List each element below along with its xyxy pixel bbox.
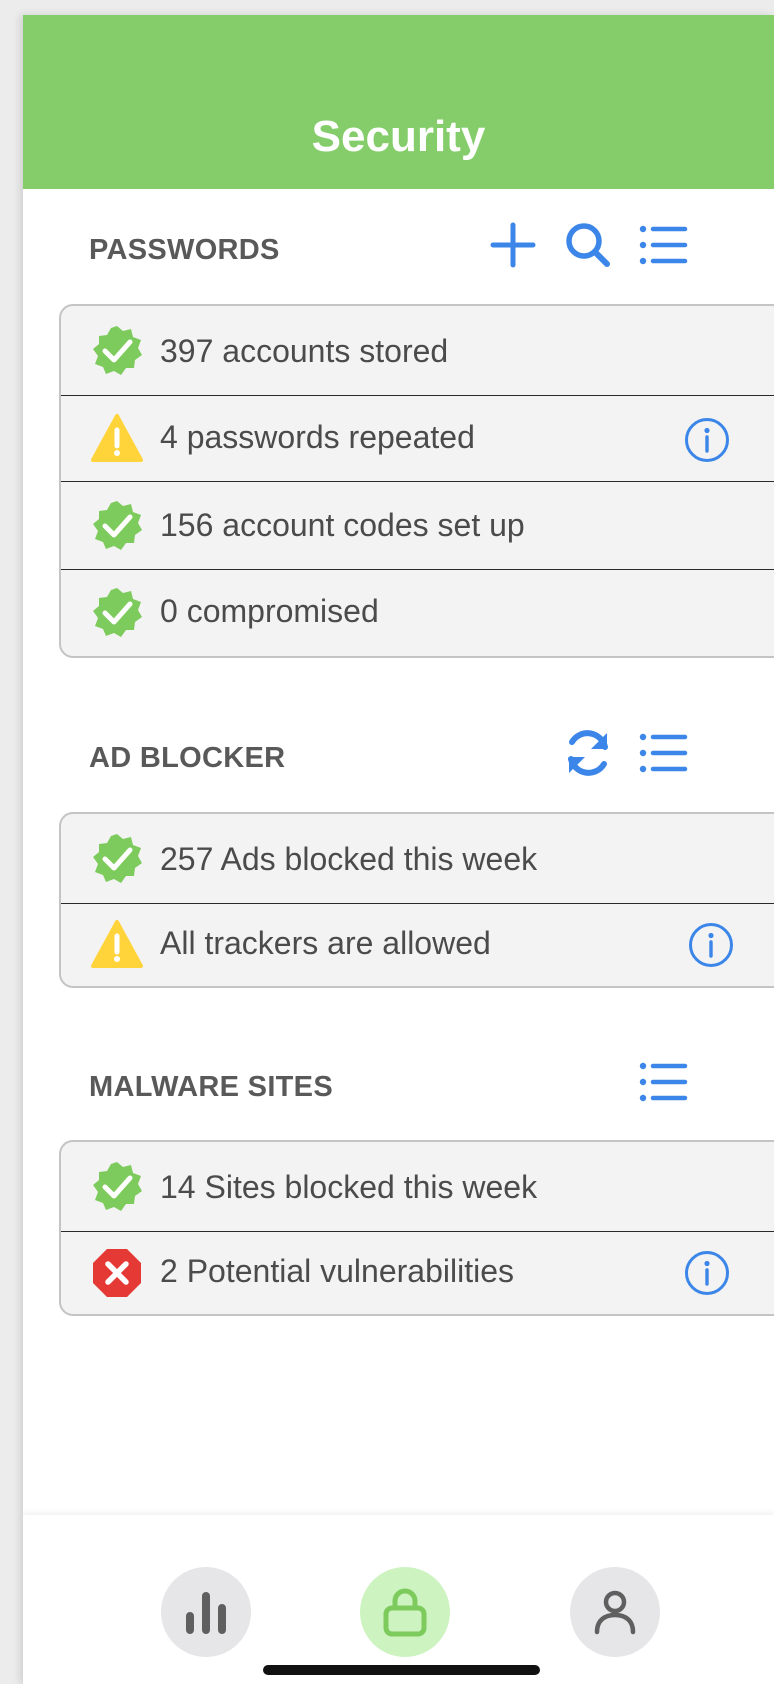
- row-label: 4 passwords repeated: [160, 419, 475, 455]
- section-title-passwords: PASSWORDS: [89, 234, 280, 266]
- user-icon: [594, 1590, 636, 1635]
- check-badge-icon: [90, 324, 144, 378]
- passwords-card: 397 accounts stored 4 passwords repeated…: [59, 304, 774, 658]
- list-icon: [639, 733, 688, 773]
- ad-blocker-card: 257 Ads blocked this week All trackers a…: [59, 812, 774, 988]
- row-label: 0 compromised: [160, 593, 379, 629]
- list-item[interactable]: 2 Potential vulnerabilities: [61, 1232, 774, 1314]
- check-badge-icon: [90, 499, 144, 553]
- search-passwords-button[interactable]: [560, 217, 616, 273]
- list-passwords-button[interactable]: [635, 217, 691, 273]
- list-item[interactable]: 397 accounts stored: [61, 306, 774, 396]
- check-badge-icon: [90, 1160, 144, 1214]
- refresh-icon: [568, 730, 608, 776]
- bar-chart-icon: [186, 1592, 226, 1634]
- error-octagon-icon: [90, 1246, 144, 1300]
- list-icon: [639, 225, 688, 265]
- section-title-malware-sites: MALWARE SITES: [89, 1071, 333, 1103]
- tab-bar: [23, 1515, 774, 1684]
- row-label: 14 Sites blocked this week: [160, 1169, 538, 1205]
- plus-icon: [490, 222, 536, 268]
- list-ad-blocker-button[interactable]: [635, 725, 691, 781]
- page-title: Security: [311, 112, 486, 161]
- header-bar: Security: [23, 15, 774, 189]
- list-item[interactable]: 0 compromised: [61, 570, 774, 656]
- home-indicator: [263, 1665, 540, 1675]
- list-item[interactable]: 4 passwords repeated: [61, 396, 774, 482]
- warning-icon: [90, 412, 144, 466]
- search-icon: [566, 223, 610, 267]
- row-label: 257 Ads blocked this week: [160, 841, 538, 877]
- list-item[interactable]: 156 account codes set up: [61, 482, 774, 570]
- row-label: All trackers are allowed: [160, 925, 491, 961]
- row-label: 397 accounts stored: [160, 333, 449, 369]
- list-item[interactable]: 14 Sites blocked this week: [61, 1142, 774, 1232]
- phone-screen: Security PASSWORDS 397 accounts stored 4…: [23, 15, 774, 1684]
- list-item[interactable]: All trackers are allowed: [61, 904, 774, 986]
- tab-profile[interactable]: [570, 1567, 660, 1657]
- info-icon[interactable]: [683, 1249, 731, 1297]
- info-icon[interactable]: [687, 921, 735, 969]
- row-label: 156 account codes set up: [160, 507, 525, 543]
- info-icon[interactable]: [683, 416, 731, 464]
- add-password-button[interactable]: [485, 217, 541, 273]
- check-badge-icon: [90, 586, 144, 640]
- list-malware-button[interactable]: [635, 1054, 691, 1110]
- list-item[interactable]: 257 Ads blocked this week: [61, 814, 774, 904]
- tab-security[interactable]: [360, 1567, 450, 1657]
- tab-stats[interactable]: [161, 1567, 251, 1657]
- section-title-ad-blocker: AD BLOCKER: [89, 742, 286, 774]
- list-icon: [639, 1062, 688, 1102]
- warning-icon: [90, 918, 144, 972]
- refresh-ad-blocker-button[interactable]: [560, 725, 616, 781]
- row-label: 2 Potential vulnerabilities: [160, 1253, 514, 1289]
- malware-sites-card: 14 Sites blocked this week 2 Potential v…: [59, 1140, 774, 1316]
- check-badge-icon: [90, 832, 144, 886]
- lock-icon: [383, 1588, 427, 1637]
